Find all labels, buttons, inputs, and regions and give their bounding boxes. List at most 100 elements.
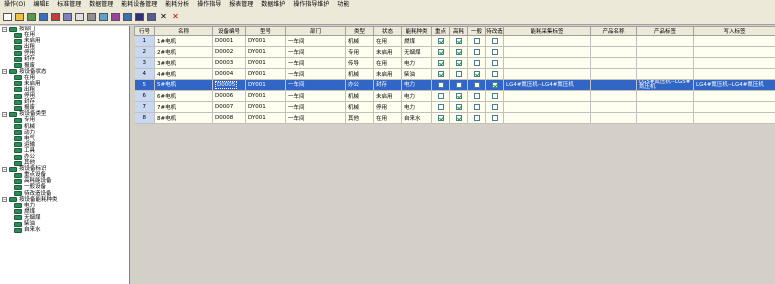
- checkbox[interactable]: [455, 70, 462, 77]
- cell-model[interactable]: DY001: [245, 46, 286, 58]
- cell-dept[interactable]: 一车间: [285, 79, 346, 91]
- cell-code[interactable]: D0003: [212, 57, 246, 69]
- cell-wtag[interactable]: [693, 35, 775, 47]
- delete-x-icon[interactable]: ✕: [170, 11, 181, 22]
- cell-code[interactable]: D0007: [212, 101, 246, 113]
- column-header[interactable]: 产品标签: [636, 26, 694, 36]
- checkbox[interactable]: [437, 114, 444, 121]
- cell-type[interactable]: 机械: [345, 68, 374, 80]
- cell-status[interactable]: 封存: [373, 79, 402, 91]
- cell-status[interactable]: 未启用: [373, 46, 402, 58]
- cell-pname[interactable]: [590, 35, 637, 47]
- checkbox[interactable]: [491, 48, 498, 55]
- cell-type[interactable]: 机械: [345, 35, 374, 47]
- chart-icon[interactable]: [110, 11, 121, 22]
- export-icon[interactable]: [50, 11, 61, 22]
- checkbox[interactable]: [491, 103, 498, 110]
- cell-energy[interactable]: 电力: [401, 57, 432, 69]
- cell-ptag[interactable]: [636, 90, 694, 102]
- cell-status[interactable]: 在用: [373, 112, 402, 124]
- cell-name[interactable]: 2#电机: [154, 46, 213, 58]
- checkbox[interactable]: [473, 37, 480, 44]
- checkbox[interactable]: [491, 92, 498, 99]
- column-header[interactable]: 类型: [345, 26, 374, 36]
- cell-type[interactable]: 机械: [345, 101, 374, 113]
- cell-name[interactable]: 8#电机: [154, 112, 213, 124]
- checkbox[interactable]: [437, 59, 444, 66]
- table-row[interactable]: 3 3#电机 D0003 DY001 一车间 传导 在用 电力: [134, 57, 775, 69]
- close-x-icon[interactable]: ✕: [158, 11, 169, 22]
- cell-tag[interactable]: [503, 57, 591, 69]
- collapse-toggle-icon[interactable]: −: [2, 26, 7, 32]
- cell-name[interactable]: 7#电机: [154, 101, 213, 113]
- checkbox[interactable]: [473, 48, 480, 55]
- import-icon[interactable]: [38, 11, 49, 22]
- cell-tag[interactable]: [503, 90, 591, 102]
- menu-item[interactable]: 功能: [333, 0, 353, 9]
- column-header[interactable]: 状态: [373, 26, 402, 36]
- cell-type[interactable]: 专用: [345, 46, 374, 58]
- cell-model[interactable]: DY001: [245, 112, 286, 124]
- checkbox[interactable]: [455, 103, 462, 110]
- cell-dept[interactable]: 一车间: [285, 90, 346, 102]
- cell-status[interactable]: 在用: [373, 35, 402, 47]
- table-row[interactable]: 1 1#电机 D0001 DY001 一车间 机械 在用 燃煤: [134, 35, 775, 47]
- checkbox[interactable]: [437, 37, 444, 44]
- table-row[interactable]: 4 4#电机 D0004 DY001 一车间 机械 未启用 柴油: [134, 68, 775, 80]
- save-folder-icon[interactable]: [26, 11, 37, 22]
- collapse-toggle-icon[interactable]: −: [2, 166, 7, 172]
- collapse-toggle-icon[interactable]: −: [2, 69, 7, 75]
- cell-wtag[interactable]: [693, 57, 775, 69]
- cell-name[interactable]: 3#电机: [154, 57, 213, 69]
- new-icon[interactable]: [2, 11, 13, 22]
- checkbox[interactable]: [437, 92, 444, 99]
- cell-tag[interactable]: [503, 35, 591, 47]
- checkbox[interactable]: [455, 48, 462, 55]
- cell-model[interactable]: DY001: [245, 101, 286, 113]
- cell-status[interactable]: 未启用: [373, 68, 402, 80]
- cell-model[interactable]: DY001: [245, 35, 286, 47]
- cell-status[interactable]: 未启用: [373, 90, 402, 102]
- cell-status[interactable]: 停用: [373, 101, 402, 113]
- checkbox[interactable]: [473, 92, 480, 99]
- table-row[interactable]: 6 6#电机 D0006 DY001 一车间 机械 未启用 电力: [134, 90, 775, 102]
- cell-tag[interactable]: [503, 46, 591, 58]
- cell-name[interactable]: 4#电机: [154, 68, 213, 80]
- cell-code[interactable]: D0006: [212, 90, 246, 102]
- table-row[interactable]: 7 7#电机 D0007 DY001 一车间 机械 停用 电力: [134, 101, 775, 113]
- cell-code[interactable]: D0001: [212, 35, 246, 47]
- checkbox[interactable]: [455, 37, 462, 44]
- column-header[interactable]: 写入标签: [693, 26, 775, 36]
- table-icon[interactable]: [122, 11, 133, 22]
- cell-pname[interactable]: [590, 46, 637, 58]
- menu-item[interactable]: 标准管理: [53, 0, 85, 9]
- cell-name[interactable]: 5#电机: [154, 79, 213, 91]
- checkbox[interactable]: [437, 103, 444, 110]
- cell-type[interactable]: 办公: [345, 79, 374, 91]
- column-header[interactable]: 高耗: [449, 26, 468, 36]
- checkbox[interactable]: [473, 103, 480, 110]
- preview-icon[interactable]: [98, 11, 109, 22]
- cell-dept[interactable]: 一车间: [285, 68, 346, 80]
- cell-dept[interactable]: 一车间: [285, 101, 346, 113]
- cell-energy[interactable]: 燃煤: [401, 35, 432, 47]
- checkbox[interactable]: [473, 114, 480, 121]
- cell-ptag[interactable]: [636, 112, 694, 124]
- cell-pname[interactable]: [590, 57, 637, 69]
- column-header[interactable]: 部门: [285, 26, 346, 36]
- menu-item[interactable]: 操作(O): [0, 0, 29, 9]
- checkbox[interactable]: [491, 81, 498, 88]
- cell-energy[interactable]: 电力: [401, 101, 432, 113]
- checkbox[interactable]: [437, 70, 444, 77]
- cell-pname[interactable]: [590, 79, 637, 91]
- column-header[interactable]: 名称: [154, 26, 213, 36]
- cell-tag[interactable]: [503, 101, 591, 113]
- menu-item[interactable]: 能耗分析: [161, 0, 193, 9]
- cell-wtag[interactable]: LG4#氮压机--LG4#氮压机: [693, 79, 775, 91]
- menu-item[interactable]: 数据维护: [257, 0, 289, 9]
- cell-name[interactable]: 1#电机: [154, 35, 213, 47]
- cell-pname[interactable]: [590, 112, 637, 124]
- disk-icon[interactable]: [134, 11, 145, 22]
- cell-pname[interactable]: [590, 90, 637, 102]
- column-header[interactable]: 设备编号: [212, 26, 246, 36]
